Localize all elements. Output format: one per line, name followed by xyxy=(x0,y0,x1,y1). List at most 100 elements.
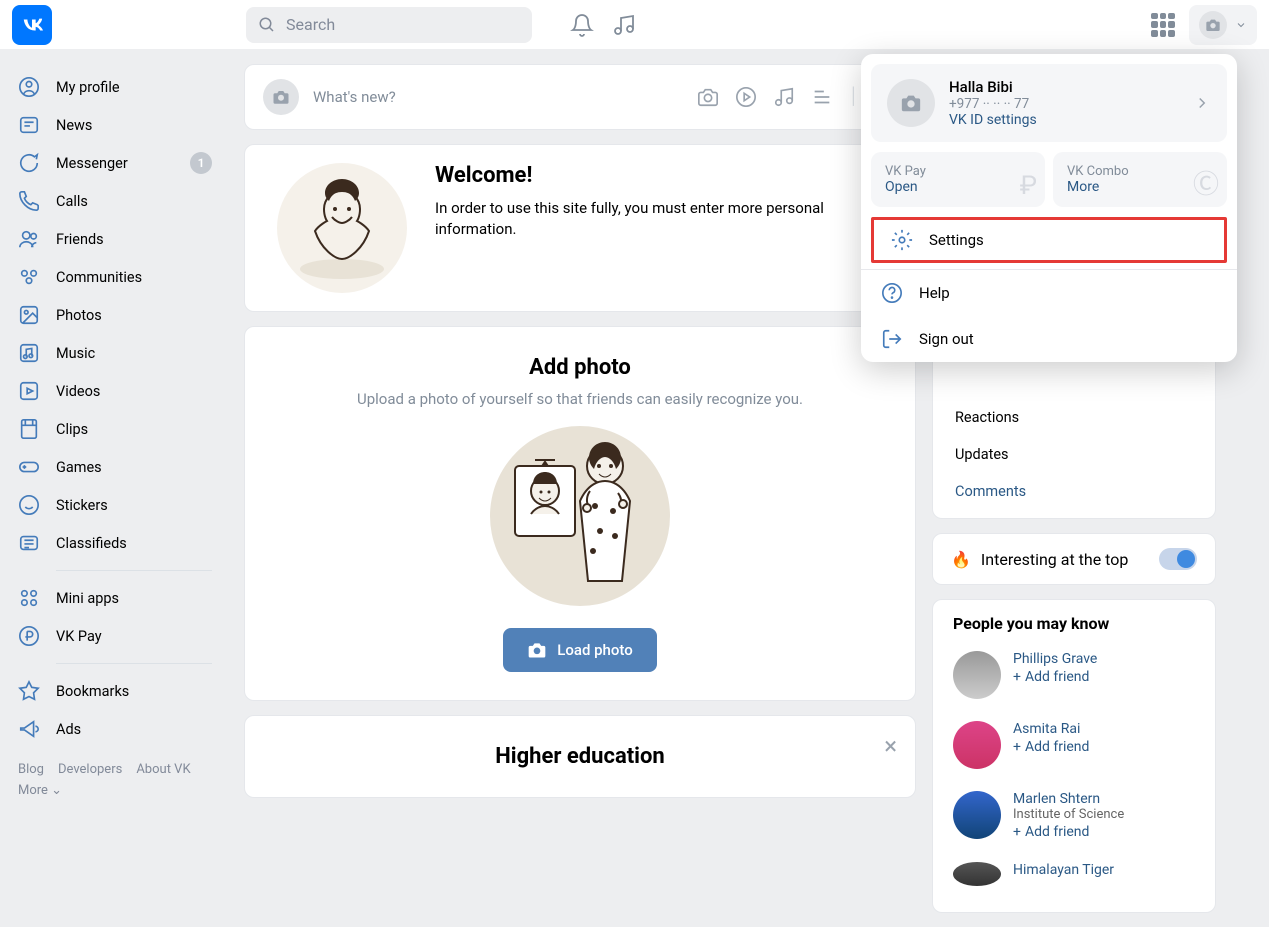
dropdown-help-label: Help xyxy=(919,284,950,302)
vk-pay-card[interactable]: VK Pay Open ₽ xyxy=(871,152,1045,207)
sidebar-item-clips[interactable]: Clips xyxy=(8,410,222,448)
sidebar-item-label: Bookmarks xyxy=(56,683,129,700)
load-photo-button[interactable]: Load photo xyxy=(503,628,657,672)
avatar[interactable] xyxy=(953,721,1001,769)
photo-icon[interactable] xyxy=(697,86,719,108)
sidebar-item-games[interactable]: Games xyxy=(8,448,222,486)
profile-menu-button[interactable] xyxy=(1189,5,1257,45)
friend-name[interactable]: Asmita Rai xyxy=(1013,721,1089,737)
add-photo-title: Add photo xyxy=(267,355,893,380)
apps-grid-icon[interactable] xyxy=(1151,13,1175,37)
sidebar-item-label: Clips xyxy=(56,421,88,438)
sidebar-item-videos[interactable]: Videos xyxy=(8,372,222,410)
dropdown-user-name: Halla Bibi xyxy=(949,78,1037,96)
sidebar-item-photos[interactable]: Photos xyxy=(8,296,222,334)
filter-updates[interactable]: Updates xyxy=(933,436,1215,473)
dropdown-help[interactable]: Help xyxy=(861,270,1237,316)
interesting-toggle[interactable] xyxy=(1159,548,1197,570)
add-friend-button[interactable]: + Add friend xyxy=(1013,669,1097,685)
vkpay-icon xyxy=(18,625,40,647)
friend-name[interactable]: Marlen Shtern xyxy=(1013,791,1124,807)
videos-icon xyxy=(18,380,40,402)
dropdown-id-settings-link[interactable]: VK ID settings xyxy=(949,112,1037,128)
add-photo-card: Add photo Upload a photo of yourself so … xyxy=(244,326,916,701)
sidebar-item-profile[interactable]: My profile xyxy=(8,68,222,106)
sidebar-item-ads[interactable]: Ads xyxy=(8,710,222,748)
add-friend-button[interactable]: + Add friend xyxy=(1013,824,1124,840)
welcome-body: In order to use this site fully, you mus… xyxy=(435,198,893,240)
profile-icon xyxy=(18,76,40,98)
pymk-card: People you may know Phillips Grave + Add… xyxy=(932,599,1216,913)
footer-developers[interactable]: Developers xyxy=(58,762,122,777)
fire-icon: 🔥 xyxy=(951,550,971,569)
music-icon[interactable] xyxy=(773,86,795,108)
close-icon[interactable]: × xyxy=(884,732,897,760)
dropdown-profile-card[interactable]: Halla Bibi +977 ·· ·· ·· 77 VK ID settin… xyxy=(871,64,1227,142)
add-friend-button[interactable]: + Add friend xyxy=(1013,739,1089,755)
avatar[interactable] xyxy=(953,791,1001,839)
video-icon[interactable] xyxy=(735,86,757,108)
avatar[interactable] xyxy=(953,862,1001,886)
higher-education-card: × Higher education xyxy=(244,715,916,798)
sidebar-item-music[interactable]: Music xyxy=(8,334,222,372)
footer-about[interactable]: About VK xyxy=(136,762,190,777)
avatar[interactable] xyxy=(953,651,1001,699)
sidebar-item-messenger[interactable]: Messenger1 xyxy=(8,144,222,182)
welcome-illustration xyxy=(277,163,407,293)
sidebar-item-stickers[interactable]: Stickers xyxy=(8,486,222,524)
friend-sub: Institute of Science xyxy=(1013,807,1124,822)
sidebar-item-label: My profile xyxy=(56,79,120,96)
classifieds-icon xyxy=(18,532,40,554)
friends-icon xyxy=(18,228,40,250)
sidebar-item-calls[interactable]: Calls xyxy=(8,182,222,220)
welcome-title: Welcome! xyxy=(435,163,893,188)
camera-icon xyxy=(263,79,299,115)
sidebar-item-label: Communities xyxy=(56,269,142,286)
sidebar-item-bookmarks[interactable]: Bookmarks xyxy=(8,672,222,710)
search-placeholder: Search xyxy=(286,15,335,34)
composer[interactable]: What's new? │ xyxy=(244,64,916,130)
camera-icon xyxy=(527,640,547,660)
filter-reactions[interactable]: Reactions xyxy=(933,399,1215,436)
filter-comments[interactable]: Comments xyxy=(933,473,1215,510)
messenger-icon xyxy=(18,152,40,174)
ads-icon xyxy=(18,718,40,740)
footer-more[interactable]: More ⌄ xyxy=(18,783,62,798)
add-photo-illustration xyxy=(490,426,670,606)
friend-name[interactable]: Phillips Grave xyxy=(1013,651,1097,667)
article-icon[interactable] xyxy=(811,86,833,108)
sidebar-item-miniapps[interactable]: Mini apps xyxy=(8,579,222,617)
add-photo-body: Upload a photo of yourself so that frien… xyxy=(267,390,893,408)
vk-pay-title: VK Pay xyxy=(885,164,1031,179)
sidebar-item-communities[interactable]: Communities xyxy=(8,258,222,296)
photos-icon xyxy=(18,304,40,326)
dropdown-signout[interactable]: Sign out xyxy=(861,316,1237,362)
sidebar-item-label: Classifieds xyxy=(56,535,127,552)
sidebar-item-classifieds[interactable]: Classifieds xyxy=(8,524,222,562)
load-photo-label: Load photo xyxy=(557,641,633,659)
music-icon[interactable] xyxy=(612,13,636,37)
calls-icon xyxy=(18,190,40,212)
vk-combo-card[interactable]: VK Combo More Ⓒ xyxy=(1053,152,1227,207)
vk-logo[interactable] xyxy=(12,5,52,45)
friend-row: Himalayan Tiger xyxy=(933,854,1215,900)
search-input[interactable]: Search xyxy=(246,7,532,43)
sidebar-item-label: Calls xyxy=(56,193,88,210)
separator xyxy=(56,663,212,664)
main-column: What's new? │ Welcome! In order to use t… xyxy=(230,50,930,927)
footer-blog[interactable]: Blog xyxy=(18,762,44,777)
camera-icon xyxy=(887,79,935,127)
friend-row: Marlen Shtern Institute of Science + Add… xyxy=(933,783,1215,854)
composer-placeholder: What's new? xyxy=(313,88,683,106)
profile-dropdown: Halla Bibi +977 ·· ·· ·· 77 VK ID settin… xyxy=(861,54,1237,362)
sidebar-item-news[interactable]: News xyxy=(8,106,222,144)
header-icons xyxy=(570,13,636,37)
signout-icon xyxy=(881,328,903,350)
header: Search xyxy=(0,0,1269,50)
sidebar-item-friends[interactable]: Friends xyxy=(8,220,222,258)
sidebar-item-vkpay[interactable]: VK Pay xyxy=(8,617,222,655)
bell-icon[interactable] xyxy=(570,13,594,37)
dropdown-settings[interactable]: Settings xyxy=(871,217,1227,263)
sidebar-item-label: News xyxy=(56,117,92,134)
communities-icon xyxy=(18,266,40,288)
